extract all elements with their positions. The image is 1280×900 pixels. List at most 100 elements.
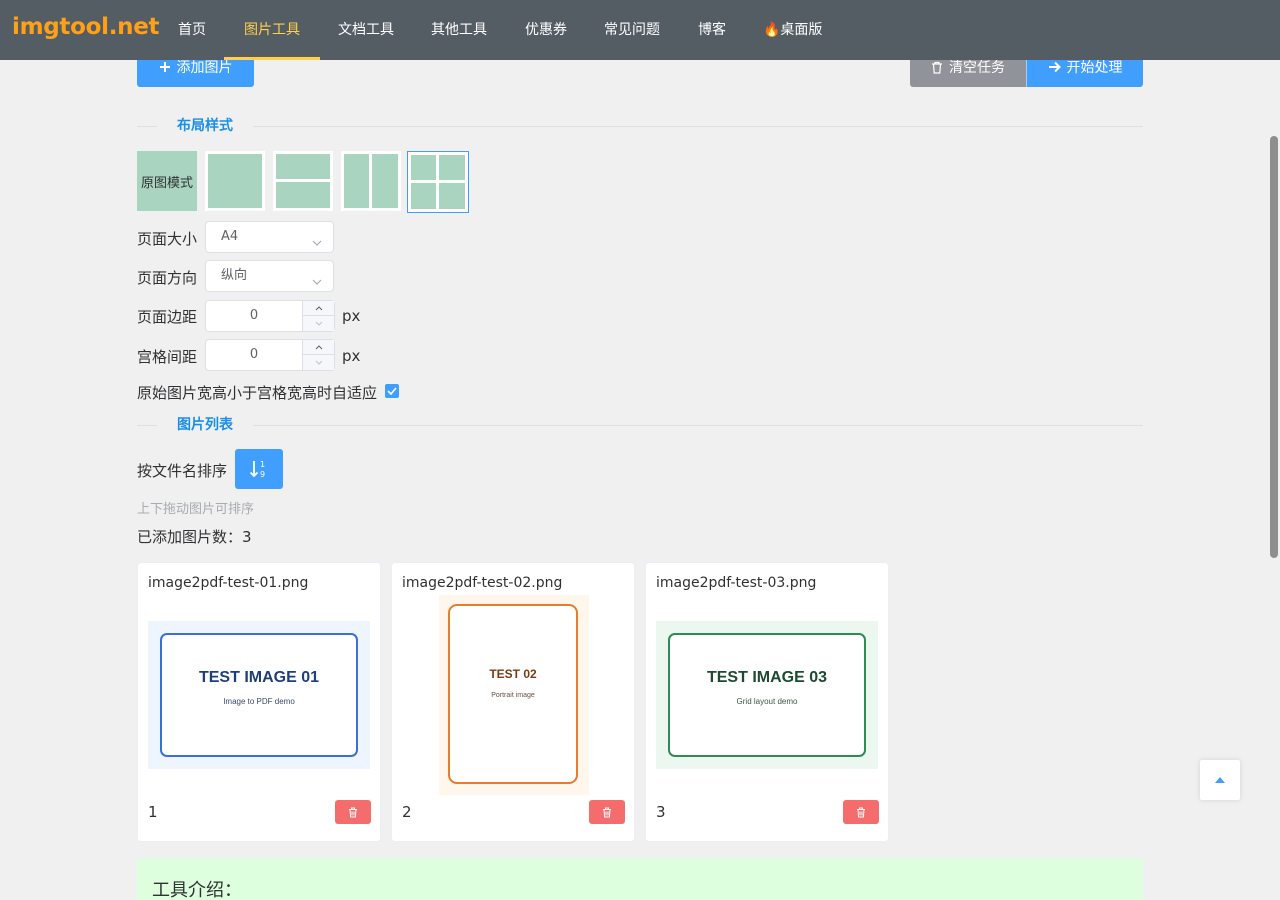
- layout-section-title: 布局样式: [157, 116, 253, 136]
- add-image-label: 添加图片: [176, 60, 233, 76]
- image-filename: image2pdf-test-02.png: [402, 575, 563, 591]
- layout-cell: [208, 154, 262, 208]
- layout-cell: [276, 154, 330, 179]
- nav-item-coupons[interactable]: 优惠券: [505, 0, 587, 60]
- decrease-button[interactable]: [303, 316, 334, 331]
- tool-intro-panel: 工具介绍：: [137, 858, 1143, 900]
- nav-item-desktop[interactable]: 🔥桌面版: [743, 0, 842, 60]
- chevron-up-icon: [315, 345, 322, 350]
- thumbnail-subtitle: Image to PDF demo: [223, 697, 295, 706]
- delete-image-button[interactable]: [843, 800, 879, 824]
- layout-option-two-cols[interactable]: [341, 151, 401, 211]
- image-list-section-title: 图片列表: [157, 415, 253, 435]
- layout-original-label: 原图模式: [140, 175, 193, 191]
- sort-by-filename-button[interactable]: 1 9: [235, 449, 283, 489]
- trash-icon: [857, 807, 865, 817]
- layout-cell: [439, 183, 465, 209]
- adapt-checkbox[interactable]: [385, 384, 399, 398]
- thumbnail-subtitle: Portrait image: [491, 692, 535, 699]
- trash-icon: [603, 807, 611, 817]
- start-process-label: 开始处理: [1066, 60, 1123, 76]
- trash-icon: [349, 807, 357, 817]
- chevron-up-icon: [315, 306, 322, 311]
- image-filename: image2pdf-test-03.png: [656, 575, 817, 591]
- margin-input[interactable]: 0: [206, 301, 302, 331]
- checkmark-icon: [387, 387, 397, 395]
- margin-unit: px: [342, 307, 361, 325]
- tool-intro-title: 工具介绍：: [152, 880, 242, 900]
- image-index: 1: [148, 803, 158, 821]
- chevron-down-icon: [315, 321, 322, 326]
- image-thumbnail: TEST IMAGE 03 Grid layout demo: [656, 621, 878, 769]
- chevron-down-icon: [315, 360, 322, 365]
- orientation-value: 纵向: [221, 268, 248, 283]
- sort-label: 按文件名排序: [137, 462, 228, 480]
- delete-image-button[interactable]: [335, 800, 371, 824]
- image-filename: image2pdf-test-01.png: [148, 575, 309, 591]
- layout-divider: 布局样式: [137, 116, 1143, 136]
- image-list-divider: 图片列表: [137, 415, 1143, 435]
- back-to-top-button[interactable]: [1200, 760, 1240, 800]
- image-index: 3: [656, 803, 666, 821]
- layout-option-single[interactable]: [205, 151, 265, 211]
- chevron-down-icon: [311, 231, 323, 261]
- orientation-label: 页面方向: [137, 269, 198, 287]
- layout-cell: [276, 182, 330, 208]
- nav-item-faq[interactable]: 常见问题: [584, 0, 680, 60]
- page-size-select[interactable]: A4: [205, 221, 334, 253]
- page-scrollbar[interactable]: [1270, 136, 1278, 558]
- nav-item-other-tools[interactable]: 其他工具: [411, 0, 507, 60]
- image-thumbnail: TEST 02 Portrait image: [439, 595, 589, 795]
- decrease-button[interactable]: [303, 355, 334, 370]
- gap-label: 宫格间距: [137, 348, 198, 366]
- plus-icon: [159, 61, 171, 73]
- chevron-down-icon: [311, 270, 323, 300]
- orientation-select[interactable]: 纵向: [205, 260, 334, 292]
- nav-item-home[interactable]: 首页: [158, 0, 226, 60]
- top-nav: imgtool.net 首页 图片工具 文档工具 其他工具 优惠券 常见问题 博…: [0, 0, 1280, 60]
- site-logo[interactable]: imgtool.net: [12, 14, 160, 40]
- image-card[interactable]: image2pdf-test-02.png TEST 02 Portrait i…: [391, 562, 635, 842]
- margin-stepper: 0: [205, 300, 335, 332]
- sort-ascending-icon: 1 9: [249, 460, 265, 479]
- layout-cell: [411, 183, 436, 209]
- image-count: 已添加图片数：3: [137, 528, 252, 546]
- thumbnail-title: TEST 02: [489, 667, 537, 681]
- gap-unit: px: [342, 347, 361, 365]
- arrow-right-icon: [1048, 61, 1061, 73]
- svg-text:1: 1: [260, 460, 265, 469]
- nav-item-image-tools[interactable]: 图片工具: [224, 0, 320, 60]
- layout-cell: [439, 155, 465, 180]
- layout-cell: [411, 155, 436, 180]
- page-size-label: 页面大小: [137, 230, 198, 248]
- image-card[interactable]: image2pdf-test-01.png TEST IMAGE 01 Imag…: [137, 562, 381, 842]
- thumbnail-subtitle: Grid layout demo: [737, 697, 798, 706]
- svg-text:9: 9: [260, 470, 265, 479]
- adapt-label: 原始图片宽高小于宫格宽高时自适应: [137, 384, 378, 402]
- image-card[interactable]: image2pdf-test-03.png TEST IMAGE 03 Grid…: [645, 562, 889, 842]
- layout-option-two-rows[interactable]: [273, 151, 333, 211]
- margin-label: 页面边距: [137, 308, 198, 326]
- delete-image-button[interactable]: [589, 800, 625, 824]
- trash-icon: [931, 61, 943, 74]
- gap-spin: [302, 340, 334, 370]
- page-size-value: A4: [221, 229, 239, 244]
- clear-tasks-label: 清空任务: [949, 60, 1005, 76]
- caret-up-icon: [1215, 777, 1225, 783]
- thumbnail-title: TEST IMAGE 01: [199, 669, 319, 686]
- nav-item-blog[interactable]: 博客: [678, 0, 746, 60]
- thumbnail-title: TEST IMAGE 03: [707, 669, 827, 686]
- drag-hint: 上下拖动图片可排序: [137, 502, 255, 517]
- nav-item-doc-tools[interactable]: 文档工具: [318, 0, 414, 60]
- gap-stepper: 0: [205, 339, 335, 371]
- image-thumbnail: TEST IMAGE 01 Image to PDF demo: [148, 621, 370, 769]
- margin-spin: [302, 301, 334, 331]
- gap-input[interactable]: 0: [206, 340, 302, 370]
- layout-option-four-grid[interactable]: [407, 151, 469, 213]
- image-index: 2: [402, 803, 412, 821]
- layout-option-original[interactable]: 原图模式: [137, 151, 197, 211]
- layout-cell: [372, 154, 398, 208]
- increase-button[interactable]: [303, 340, 334, 355]
- increase-button[interactable]: [303, 301, 334, 316]
- layout-cell: [344, 154, 369, 208]
